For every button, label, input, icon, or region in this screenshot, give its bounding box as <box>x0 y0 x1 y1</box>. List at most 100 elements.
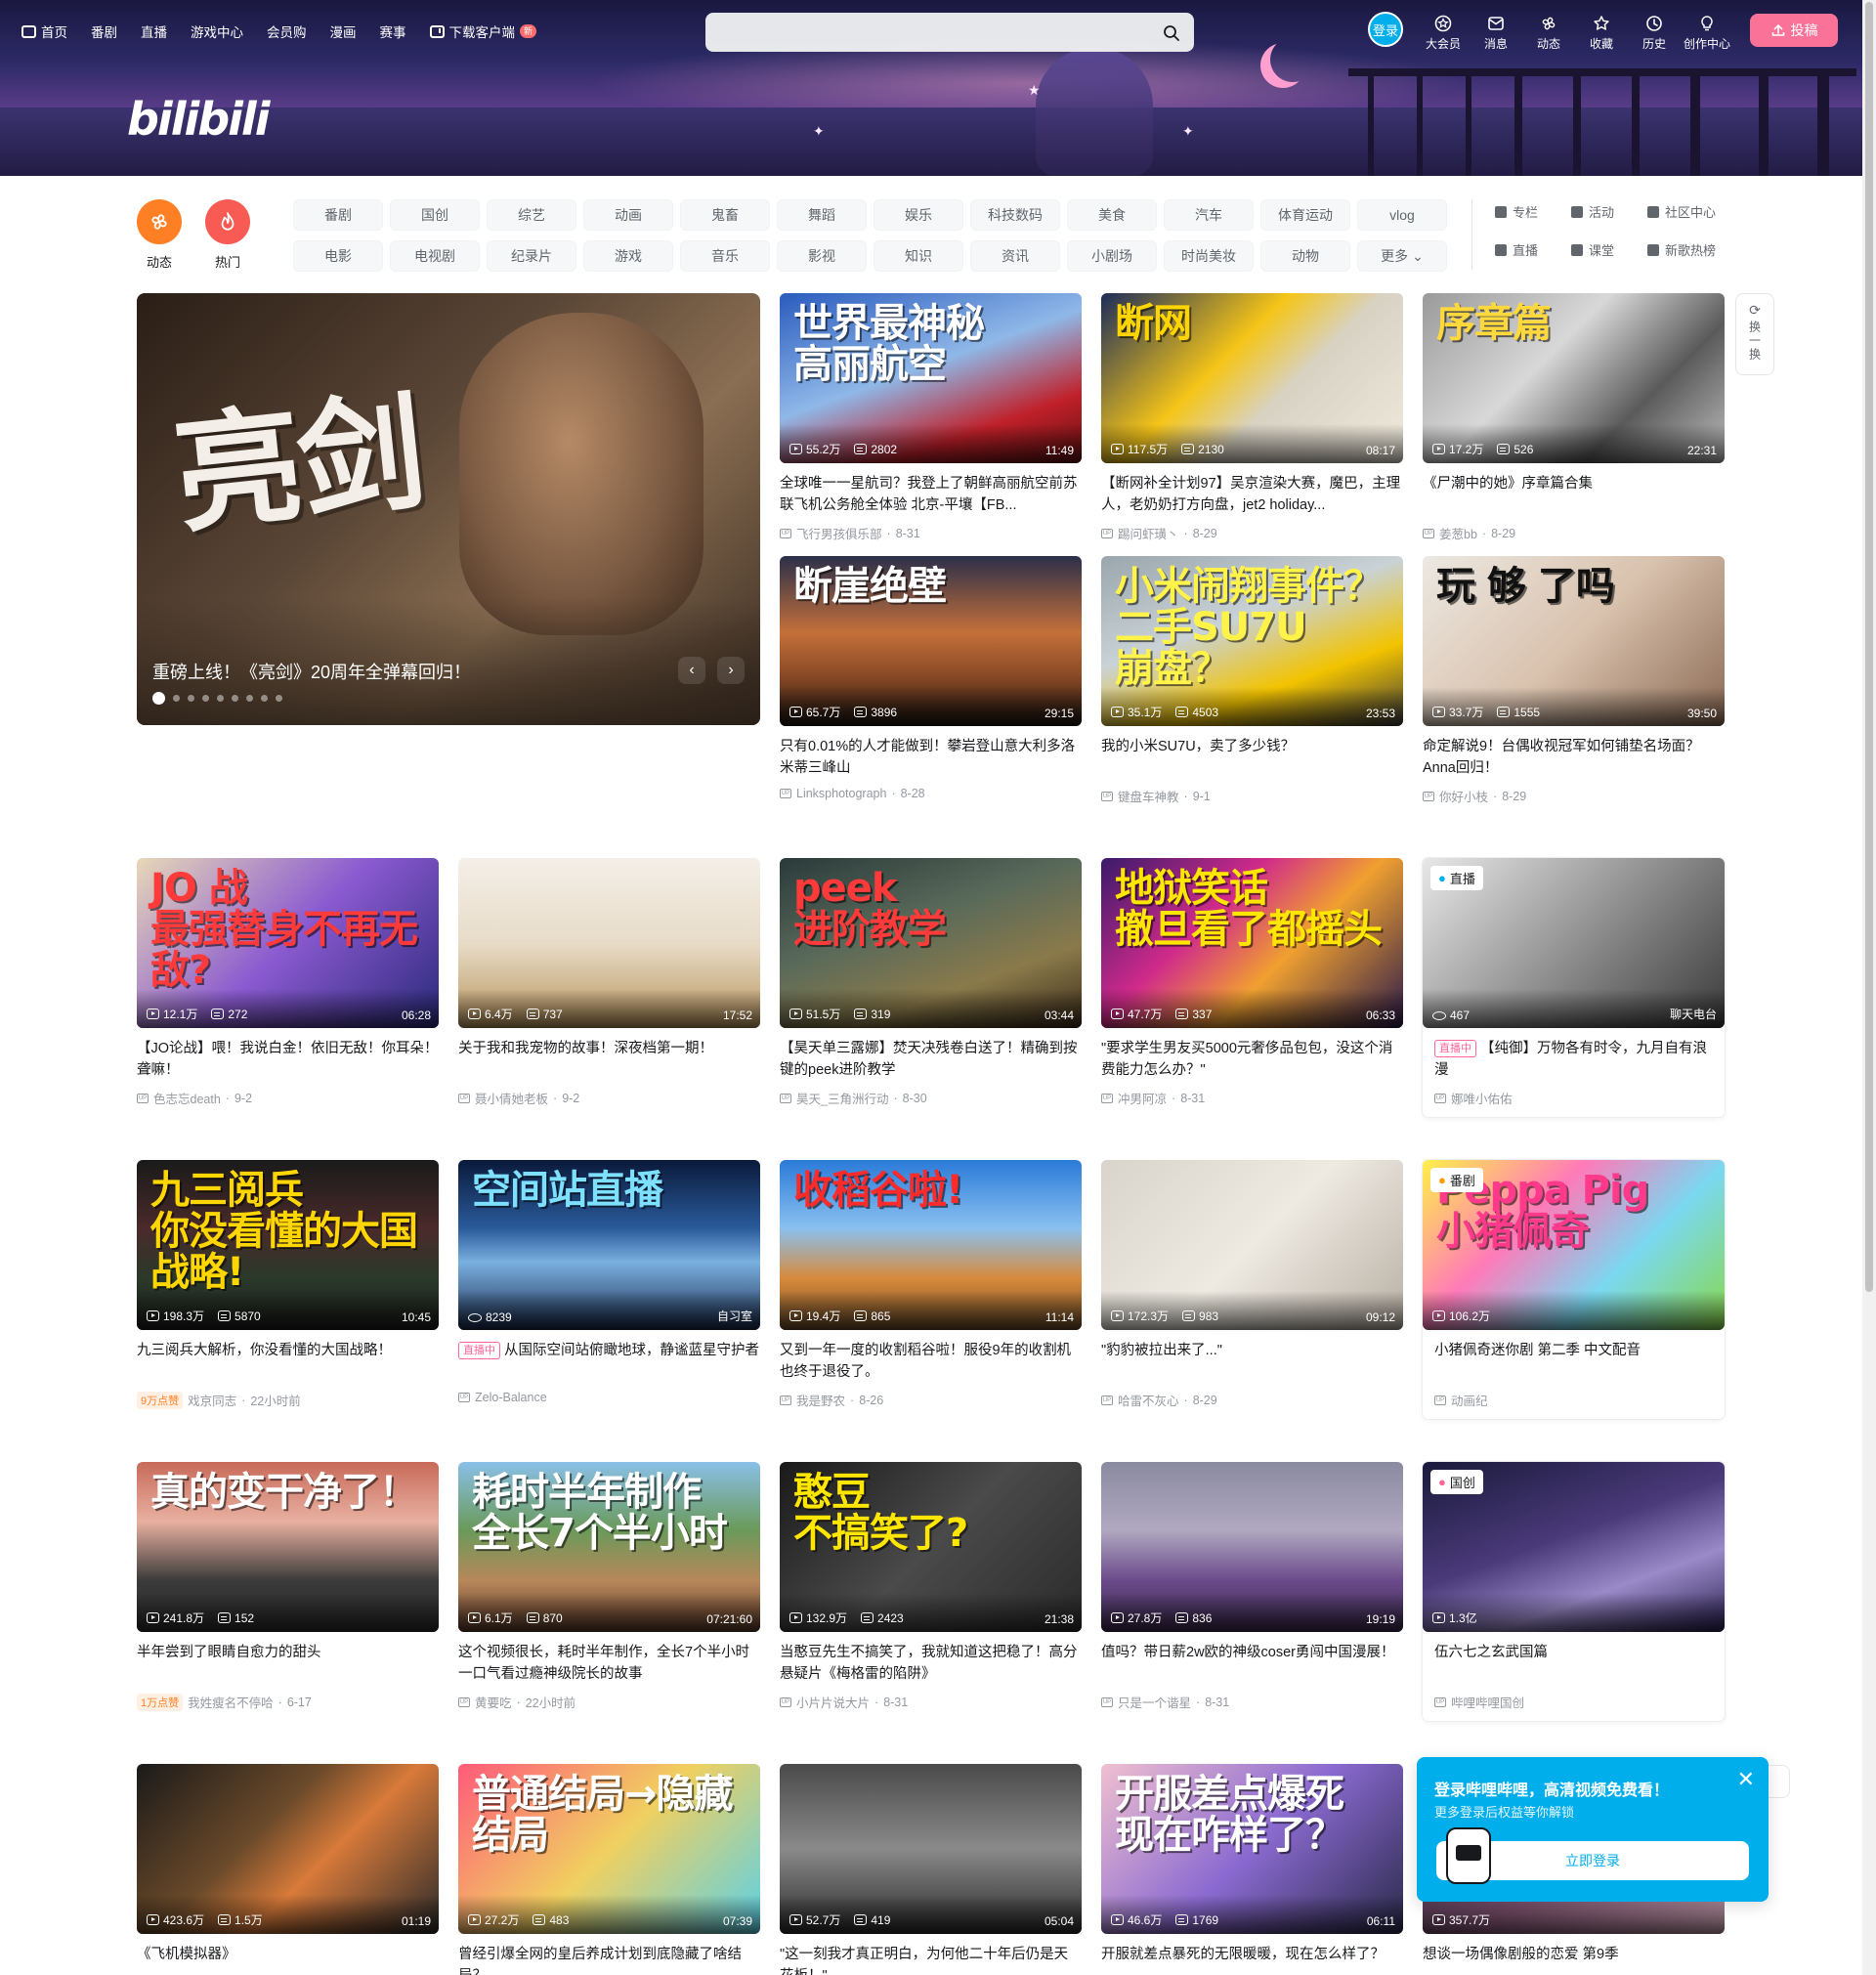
uploader-name[interactable]: 哈雷不灰心 <box>1118 1391 1179 1409</box>
nav-vip[interactable]: 大会员 <box>1417 14 1470 52</box>
hero-next-button[interactable]: › <box>717 657 745 684</box>
channel-chip[interactable]: 游戏 <box>583 240 673 272</box>
video-card[interactable]: ● 国创 1.3亿 伍六七之玄武国篇 UP 哔哩哔哩国创 <box>1423 1462 1725 1721</box>
video-title[interactable]: 曾经引爆全网的皇后养成计划到底隐藏了啥结局？ <box>458 1944 760 1975</box>
carousel-dot[interactable] <box>232 695 238 702</box>
video-card[interactable]: 收稻谷啦! 19.4万 865 11:14 又到一年一度的收割稻谷啦！服役9年的收割机也… <box>780 1160 1082 1409</box>
carousel-dot[interactable] <box>261 695 268 702</box>
video-card[interactable]: 憨豆 不搞笑了? 132.9万 2423 21:38 当憨豆先生不搞笑了，我就知道这把稳… <box>780 1462 1082 1711</box>
bilibili-logo[interactable]: bilibili <box>127 93 270 146</box>
uploader-name[interactable]: 你好小枝 <box>1439 787 1488 805</box>
video-title[interactable]: 全球唯一一星航司？我登上了朝鲜高丽航空前苏联飞机公务舱全体验 北京-平壤【FB.… <box>780 473 1082 516</box>
video-card[interactable]: 172.3万 983 09:12 "豹豹被拉出来了..." UP 哈雷不灰心 · 8-29 <box>1101 1160 1403 1409</box>
video-thumbnail[interactable]: 地狱笑话 撤旦看了都摇头 47.7万 337 06:33 <box>1101 858 1403 1028</box>
carousel-dot[interactable] <box>246 695 253 702</box>
search-input[interactable] <box>718 21 1138 45</box>
video-thumbnail[interactable]: 玩 够 了吗 33.7万 1555 39:50 <box>1423 556 1725 726</box>
video-card[interactable]: 52.7万 419 05:04 "这一刻我才真正明白，为何他二十年后仍是天花板！" <box>780 1764 1082 1975</box>
video-card[interactable]: 地狱笑话 撤旦看了都摇头 47.7万 337 06:33 "要求学生男友买5000元奢侈… <box>1101 858 1403 1107</box>
side-link[interactable]: 活动 <box>1571 202 1647 221</box>
uploader-name[interactable]: 娜唯小佑佑 <box>1451 1089 1513 1107</box>
video-title[interactable]: 《飞机模拟器》 <box>137 1944 439 1975</box>
video-card[interactable]: peek 进阶教学 51.5万 319 03:44 【昊天单三露娜】焚天决残卷白送了！精… <box>780 858 1082 1107</box>
channel-chip[interactable]: 舞蹈 <box>777 199 867 231</box>
page-scrollbar[interactable] <box>1862 0 1876 1975</box>
video-title[interactable]: 这个视频很长，耗时半年制作，全长7个半小时一口气看过瘾神级院长的故事 <box>458 1642 760 1685</box>
nav-favorites[interactable]: 收藏 <box>1575 14 1628 52</box>
channel-chip[interactable]: 小剧场 <box>1067 240 1157 272</box>
video-card[interactable]: JO 战 最强替身不再无敌? 12.1万 272 06:28 【JO论战】喂！我说白金！… <box>137 858 439 1107</box>
video-thumbnail[interactable]: 断崖绝壁 65.7万 3896 29:15 <box>780 556 1082 726</box>
video-thumbnail[interactable]: 序章篇 17.2万 526 22:31 <box>1423 293 1725 463</box>
video-card[interactable]: 耗时半年制作 全长7个半小时 6.1万 870 07:21:60 这个视频很长，耗时半年… <box>458 1462 760 1711</box>
uploader-name[interactable]: 聂小倩她老板 <box>475 1089 548 1107</box>
video-thumbnail[interactable]: 耗时半年制作 全长7个半小时 6.1万 870 07:21:60 <box>458 1462 760 1632</box>
video-title[interactable]: 当憨豆先生不搞笑了，我就知道这把稳了！高分悬疑片《梅格雷的陷阱》 <box>780 1642 1082 1685</box>
video-thumbnail[interactable]: 27.8万 836 19:19 <box>1101 1462 1403 1632</box>
nav-manga[interactable]: 漫画 <box>330 21 357 41</box>
channel-chip[interactable]: 时尚美妆 <box>1164 240 1254 272</box>
carousel-dot[interactable] <box>202 695 209 702</box>
video-card[interactable]: 序章篇 17.2万 526 22:31 《尸潮中的她》序章篇合集 UP 姜葱bb · 8-29 <box>1423 293 1725 542</box>
video-thumbnail[interactable]: 172.3万 983 09:12 <box>1101 1160 1403 1330</box>
hero-prev-button[interactable]: ‹ <box>678 657 705 684</box>
video-card[interactable]: 玩 够 了吗 33.7万 1555 39:50 命定解说9！台偶收视冠军如何铺垫名场面？… <box>1423 556 1725 805</box>
uploader-name[interactable]: 我姓瘦名不停哈 <box>188 1693 274 1711</box>
video-title[interactable]: 开服就差点暴死的无限暖暖，现在怎么样了？ <box>1101 1944 1403 1975</box>
channel-chip[interactable]: 科技数码 <box>970 199 1060 231</box>
nav-home[interactable]: 首页 <box>21 21 67 41</box>
side-link[interactable]: 社区中心 <box>1647 202 1745 221</box>
video-thumbnail[interactable]: 6.4万 737 17:52 <box>458 858 760 1028</box>
uploader-name[interactable]: 踢问虾璜丶 <box>1118 524 1179 542</box>
video-title[interactable]: 【昊天单三露娜】焚天决残卷白送了！精确到按键的peek进阶教学 <box>780 1038 1082 1081</box>
channel-chip[interactable]: 美食 <box>1067 199 1157 231</box>
channel-chip[interactable]: 娱乐 <box>874 199 963 231</box>
scrollbar-thumb[interactable] <box>1865 2 1873 1292</box>
channel-chip[interactable]: 纪录片 <box>487 240 576 272</box>
side-link[interactable]: 新歌热榜 <box>1647 240 1745 259</box>
channel-chip[interactable]: 体育运动 <box>1260 199 1350 231</box>
uploader-name[interactable]: 色志忘death <box>153 1089 221 1107</box>
video-title[interactable]: "要求学生男友买5000元奢侈品包包，没这个消费能力怎么办？" <box>1101 1038 1403 1081</box>
uploader-name[interactable]: 戏京同志 <box>188 1391 236 1409</box>
nav-esports[interactable]: 赛事 <box>380 21 406 41</box>
channel-chip[interactable]: 影视 <box>777 240 867 272</box>
nav-download-client[interactable]: 下载客户端新 <box>429 21 537 41</box>
nav-history[interactable]: 历史 <box>1628 14 1681 52</box>
video-thumbnail[interactable]: 世界最神秘 高丽航空 55.2万 2802 11:49 <box>780 293 1082 463</box>
nav-mall[interactable]: 会员购 <box>267 21 307 41</box>
video-card[interactable]: 真的变干净了！ 241.8万 152 半年尝到了眼睛自愈力的甜头 1万点赞 我姓瘦名不停哈… <box>137 1462 439 1711</box>
dynamic-circle-button[interactable] <box>137 199 182 244</box>
video-title[interactable]: 值吗？带日薪2w欧的神级coser勇闯中国漫展！ <box>1101 1642 1403 1685</box>
channel-chip[interactable]: 鬼畜 <box>680 199 770 231</box>
uploader-name[interactable]: 姜葱bb <box>1439 524 1477 542</box>
upload-button[interactable]: 投稿 <box>1750 14 1838 47</box>
video-card[interactable]: ● 直播 467 聊天电台 直播中 【纯御】万物各有时令，九月自有浪漫 UP 娜唯小佑佑 <box>1423 858 1725 1117</box>
channel-chip[interactable]: 知识 <box>874 240 963 272</box>
uploader-name[interactable]: 冲男阿凉 <box>1118 1089 1167 1107</box>
uploader-name[interactable]: Linksphotograph <box>796 787 886 800</box>
uploader-name[interactable]: 飞行男孩俱乐部 <box>796 524 882 542</box>
carousel-dot[interactable] <box>152 692 165 705</box>
carousel-dot[interactable] <box>173 695 180 702</box>
nav-live[interactable]: 直播 <box>141 21 167 41</box>
uploader-name[interactable]: 我是野农 <box>796 1391 845 1409</box>
video-thumbnail[interactable]: 断网 117.5万 2130 08:17 <box>1101 293 1403 463</box>
login-avatar-button[interactable]: 登录 <box>1368 12 1403 47</box>
channel-more-button[interactable]: 更多 ⌄ <box>1357 240 1447 272</box>
search-button[interactable] <box>1158 20 1185 47</box>
video-title[interactable]: 关于我和我宠物的故事！深夜档第一期！ <box>458 1038 760 1081</box>
video-thumbnail[interactable]: 真的变干净了！ 241.8万 152 <box>137 1462 439 1632</box>
video-thumbnail[interactable]: ● 直播 467 聊天电台 <box>1423 858 1725 1028</box>
video-title[interactable]: 又到一年一度的收割稻谷啦！服役9年的收割机也终于退役了。 <box>780 1340 1082 1383</box>
video-thumbnail[interactable]: Peppa Pig 小猪佩奇 ● 番剧 106.2万 <box>1423 1160 1725 1330</box>
uploader-name[interactable]: 昊天_三角洲行动 <box>796 1089 888 1107</box>
video-title[interactable]: 半年尝到了眼睛自愈力的甜头 <box>137 1642 439 1685</box>
hero-title[interactable]: 重磅上线！《亮剑》20周年全弹幕回归！ <box>152 659 471 684</box>
video-card[interactable]: 6.4万 737 17:52 关于我和我宠物的故事！深夜档第一期！ UP 聂小倩她老板 · 9… <box>458 858 760 1107</box>
video-card[interactable]: 普通结局→隐藏结局 27.2万 483 07:39 曾经引爆全网的皇后养成计划到底隐藏了… <box>458 1764 760 1975</box>
channel-chip[interactable]: 国创 <box>390 199 480 231</box>
video-thumbnail[interactable]: 普通结局→隐藏结局 27.2万 483 07:39 <box>458 1764 760 1934</box>
video-title[interactable]: 直播中 【纯御】万物各有时令，九月自有浪漫 <box>1423 1038 1725 1081</box>
video-thumbnail[interactable]: 开服差点爆死 现在咋样了？ 46.6万 1769 06:11 <box>1101 1764 1403 1934</box>
